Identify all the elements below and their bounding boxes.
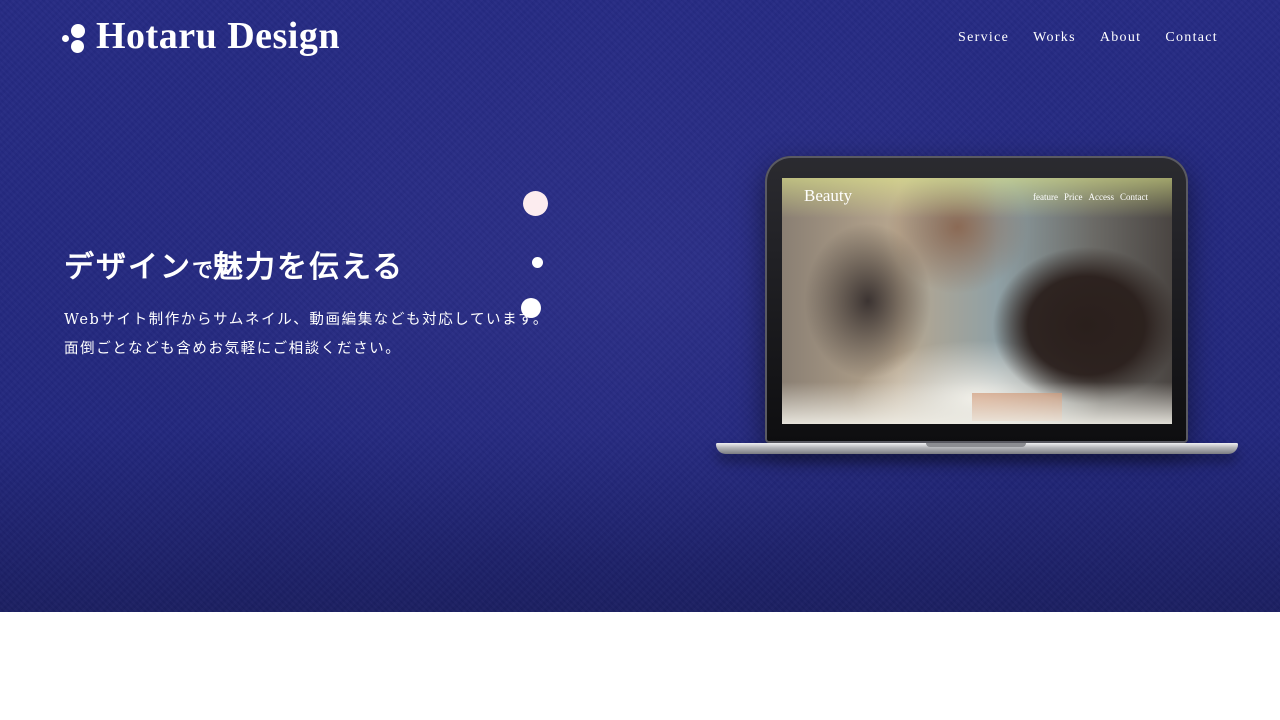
screen-nav-item: Contact (1120, 192, 1148, 202)
hero-description: Webサイト制作からサムネイル、動画編集なども対応しています。 面倒ごとなども含… (64, 306, 549, 364)
headline-particle: で (192, 257, 213, 282)
description-line-2: 面倒ごとなども含めお気軽にご相談ください。 (64, 341, 402, 357)
screen-nav-item: Price (1064, 192, 1083, 202)
headline-tail: 魅力を伝える (213, 250, 405, 285)
decorative-dot-large (523, 191, 548, 216)
logo-text: Hotaru Design (96, 15, 340, 57)
hero-section: Hotaru Design Service Works About Contac… (0, 0, 1280, 612)
decorative-dot-small (532, 257, 543, 268)
nav-item-about[interactable]: About (1100, 30, 1142, 46)
firefly-dots-icon (62, 18, 88, 54)
screen-nav-item: feature (1033, 192, 1058, 202)
headline-main: デザイン (64, 250, 192, 285)
description-line-1: Webサイト制作からサムネイル、動画編集なども対応しています。 (64, 312, 550, 328)
main-nav: Service Works About Contact (958, 30, 1218, 46)
screen-site-nav: feature Price Access Contact (1033, 192, 1148, 202)
nav-item-works[interactable]: Works (1033, 30, 1076, 46)
decorative-dot-medium (521, 298, 541, 318)
nav-item-service[interactable]: Service (958, 30, 1009, 46)
laptop-lid: Beauty feature Price Access Contact (765, 156, 1188, 443)
screen-site-title: Beauty (804, 186, 853, 205)
nav-item-contact[interactable]: Contact (1165, 30, 1218, 46)
screen-nav-item: Access (1088, 192, 1115, 202)
laptop-mockup: Beauty feature Price Access Contact (716, 156, 1238, 456)
laptop-base (716, 443, 1238, 454)
logo[interactable]: Hotaru Design (62, 14, 340, 58)
laptop-screen: Beauty feature Price Access Contact (782, 178, 1172, 424)
page-content-area (0, 612, 1280, 720)
hero-headline: デザインで魅力を伝える (64, 242, 404, 286)
